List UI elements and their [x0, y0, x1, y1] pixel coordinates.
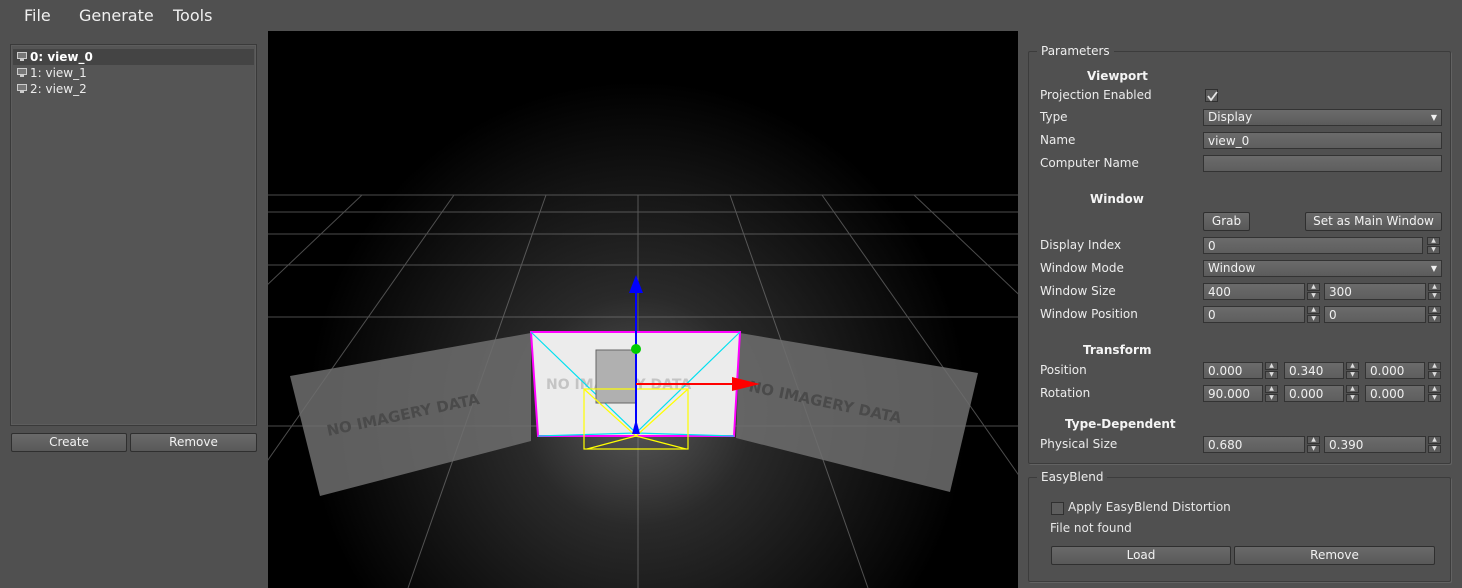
tree-item-label: 0: view_0 — [30, 50, 93, 64]
menu-bar: File Generate Tools — [0, 0, 1462, 31]
position-label: Position — [1040, 363, 1087, 377]
rotation-label: Rotation — [1040, 386, 1091, 400]
physical-size-label: Physical Size — [1040, 437, 1118, 451]
checkmark-icon — [1207, 91, 1218, 102]
physical-size-height-stepper[interactable]: ▲ ▼ — [1428, 436, 1441, 453]
window-position-x-field[interactable]: 0 — [1203, 306, 1305, 323]
tree-item-label: 1: view_1 — [30, 66, 87, 80]
rotation-y-field[interactable]: 0.000 — [1284, 385, 1344, 402]
parameters-title: Parameters — [1037, 44, 1114, 58]
display-index-label: Display Index — [1040, 238, 1122, 252]
remove-view-button[interactable]: Remove — [130, 433, 257, 452]
chevron-down-icon: ▼ — [1430, 264, 1437, 273]
monitor-icon — [17, 52, 27, 61]
position-z-stepper[interactable]: ▲ ▼ — [1428, 362, 1441, 379]
rotation-y-stepper[interactable]: ▲ ▼ — [1346, 385, 1359, 402]
type-select[interactable]: Display ▼ — [1203, 109, 1442, 126]
projection-enabled-checkbox[interactable] — [1205, 89, 1218, 102]
viewport-section-heading: Viewport — [1087, 69, 1148, 83]
computer-name-label: Computer Name — [1040, 156, 1139, 170]
position-y-field[interactable]: 0.340 — [1284, 362, 1344, 379]
position-z-field[interactable]: 0.000 — [1365, 362, 1425, 379]
create-button[interactable]: Create — [11, 433, 127, 452]
window-position-label: Window Position — [1040, 307, 1138, 321]
grab-button[interactable]: Grab — [1203, 212, 1250, 231]
scene-canvas[interactable]: NO IMAGERY DATA NO IMAGERY DATA NO IMAGE… — [268, 31, 1018, 588]
window-mode-label: Window Mode — [1040, 261, 1124, 275]
y-axis-handle[interactable] — [631, 344, 641, 354]
window-size-width-stepper[interactable]: ▲ ▼ — [1307, 283, 1320, 300]
rotation-z-field[interactable]: 0.000 — [1365, 385, 1425, 402]
tree-item-view-0[interactable]: 0: view_0 — [13, 49, 254, 65]
projection-enabled-label: Projection Enabled — [1040, 88, 1152, 102]
view-list-panel: 0: view_0 1: view_1 2: view_2 Create Rem… — [0, 31, 268, 588]
window-mode-value: Window — [1208, 261, 1256, 275]
display-index-field[interactable]: 0 — [1203, 237, 1423, 254]
physical-size-width-stepper[interactable]: ▲ ▼ — [1307, 436, 1320, 453]
type-select-value: Display — [1208, 110, 1253, 124]
set-main-window-button[interactable]: Set as Main Window — [1305, 212, 1442, 231]
monitor-icon — [17, 68, 27, 77]
menu-file[interactable]: File — [24, 6, 51, 25]
name-label: Name — [1040, 133, 1076, 147]
window-position-y-field[interactable]: 0 — [1324, 306, 1426, 323]
window-section-heading: Window — [1090, 192, 1144, 206]
rotation-x-field[interactable]: 90.000 — [1203, 385, 1263, 402]
position-y-stepper[interactable]: ▲ ▼ — [1346, 362, 1359, 379]
window-size-height-field[interactable]: 300 — [1324, 283, 1426, 300]
load-button[interactable]: Load — [1051, 546, 1231, 565]
tree-item-view-2[interactable]: 2: view_2 — [13, 81, 254, 97]
transform-section-heading: Transform — [1083, 343, 1152, 357]
window-position-y-stepper[interactable]: ▲ ▼ — [1428, 306, 1441, 323]
tree-item-label: 2: view_2 — [30, 82, 87, 96]
computer-name-field[interactable] — [1203, 155, 1442, 172]
position-x-field[interactable]: 0.000 — [1203, 362, 1263, 379]
physical-size-width-field[interactable]: 0.680 — [1203, 436, 1305, 453]
apply-easyblend-label: Apply EasyBlend Distortion — [1068, 500, 1231, 514]
window-mode-select[interactable]: Window ▼ — [1203, 260, 1442, 277]
window-size-label: Window Size — [1040, 284, 1116, 298]
rotation-x-stepper[interactable]: ▲ ▼ — [1265, 385, 1278, 402]
type-dependent-section-heading: Type-Dependent — [1065, 417, 1176, 431]
easyblend-status: File not found — [1050, 521, 1132, 535]
menu-generate[interactable]: Generate — [79, 6, 154, 25]
view-tree[interactable]: 0: view_0 1: view_1 2: view_2 — [10, 44, 257, 426]
menu-tools[interactable]: Tools — [173, 6, 212, 25]
tree-item-view-1[interactable]: 1: view_1 — [13, 65, 254, 81]
easyblend-title: EasyBlend — [1037, 470, 1108, 484]
rotation-z-stepper[interactable]: ▲ ▼ — [1428, 385, 1441, 402]
physical-size-height-field[interactable]: 0.390 — [1324, 436, 1426, 453]
properties-panel: Parameters Viewport Projection Enabled T… — [1018, 31, 1462, 588]
type-label: Type — [1040, 110, 1068, 124]
3d-viewport[interactable]: NO IMAGERY DATA NO IMAGERY DATA NO IMAGE… — [268, 31, 1018, 588]
window-size-height-stepper[interactable]: ▲ ▼ — [1428, 283, 1441, 300]
remove-easyblend-button[interactable]: Remove — [1234, 546, 1435, 565]
chevron-down-icon: ▼ — [1430, 113, 1437, 122]
apply-easyblend-checkbox[interactable] — [1051, 502, 1064, 515]
position-x-stepper[interactable]: ▲ ▼ — [1265, 362, 1278, 379]
window-size-width-field[interactable]: 400 — [1203, 283, 1305, 300]
window-position-x-stepper[interactable]: ▲ ▼ — [1307, 306, 1320, 323]
monitor-icon — [17, 84, 27, 93]
name-field[interactable]: view_0 — [1203, 132, 1442, 149]
display-index-stepper[interactable]: ▲ ▼ — [1427, 237, 1440, 254]
